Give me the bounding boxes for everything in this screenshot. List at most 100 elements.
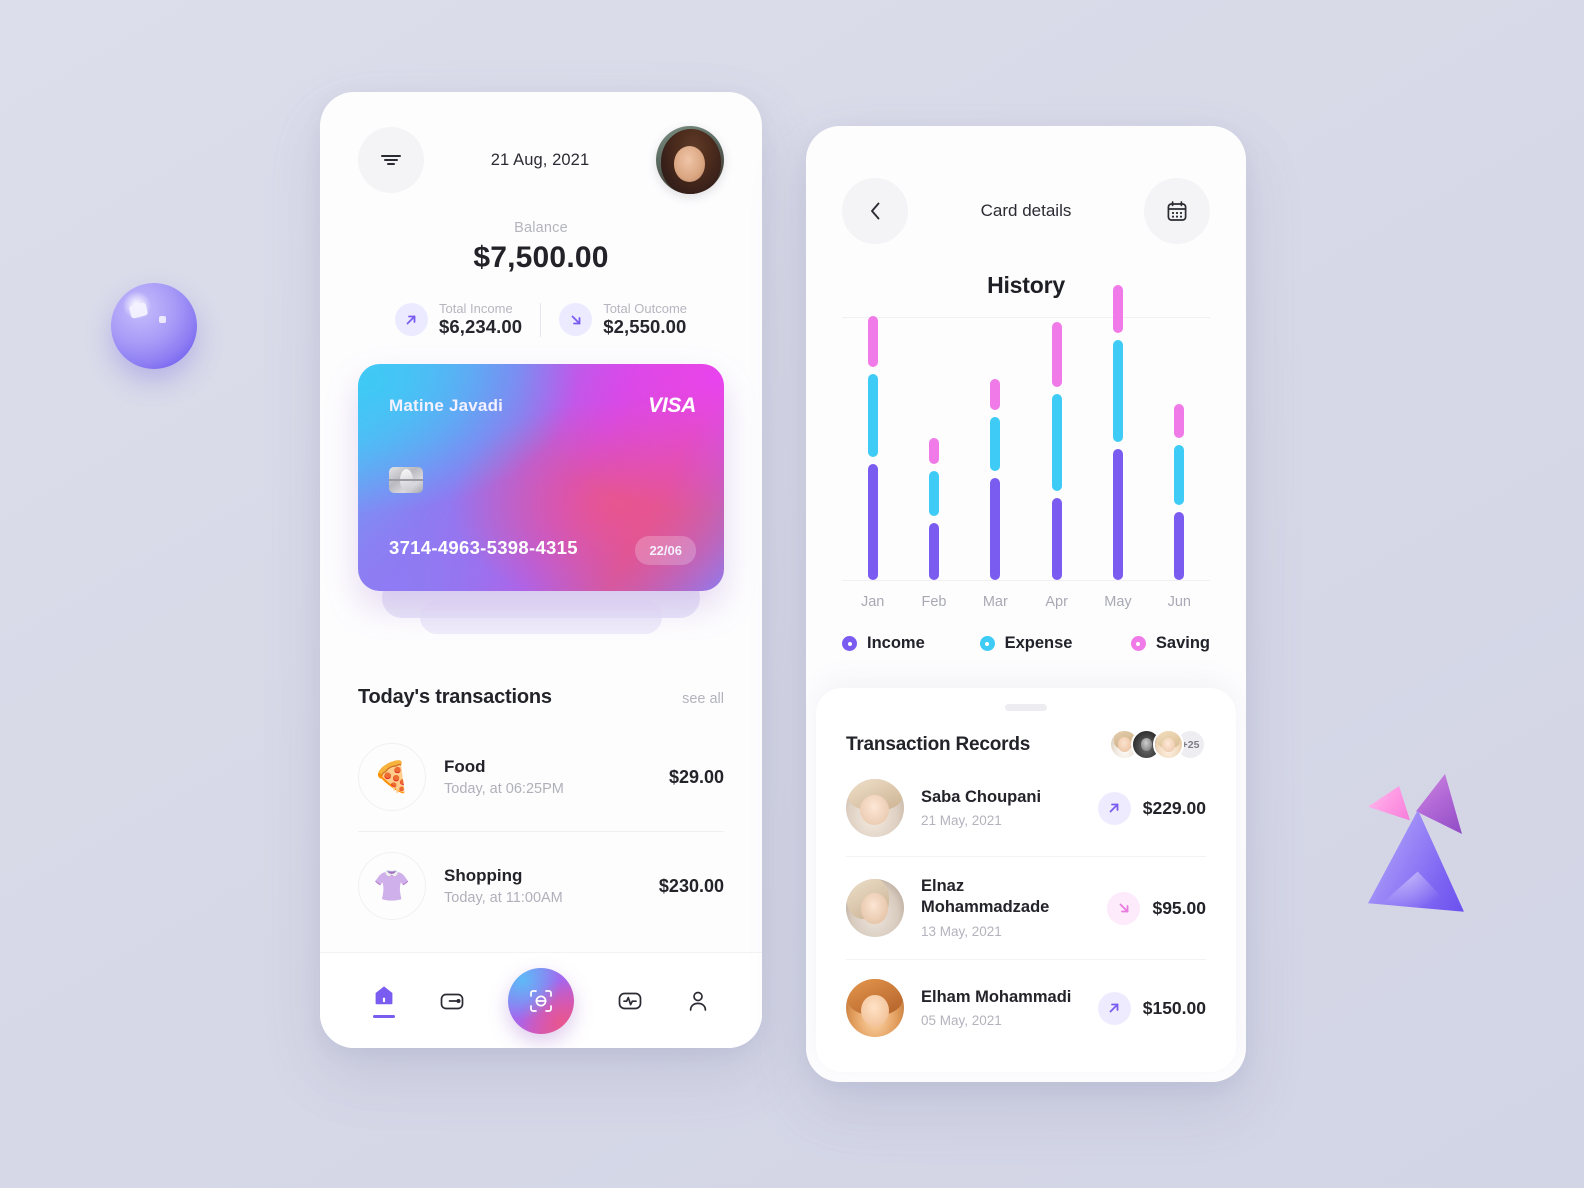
record-amount: $229.00: [1142, 797, 1206, 818]
chart-segment-income: [1051, 497, 1062, 580]
chart-segment-expense: [867, 374, 878, 457]
chart-bar-apr[interactable]: [1051, 318, 1062, 580]
chart-segment-saving: [1174, 404, 1185, 439]
tab-home[interactable]: [372, 983, 396, 1018]
card-number: 3714-4963-5398-4315: [389, 537, 578, 559]
transaction-row[interactable]: 🍕 Food Today, at 06:25PM $29.00: [358, 723, 724, 831]
chart-segment-saving: [867, 316, 878, 368]
tab-wallet[interactable]: [439, 989, 465, 1013]
tab-profile[interactable]: [686, 989, 710, 1013]
chart-label-jan: Jan: [860, 594, 885, 610]
chart-bar-may[interactable]: [1113, 284, 1123, 580]
chart-segment-expense: [1051, 394, 1062, 491]
filter-icon: [381, 155, 401, 165]
bank-card[interactable]: Matine Javadi VISA 3714-4963-5398-4315 2…: [358, 364, 724, 592]
record-date: 13 May, 2021: [921, 923, 1002, 939]
calendar-button[interactable]: [1144, 178, 1210, 244]
see-all-link[interactable]: see all: [682, 691, 724, 707]
record-name: Elnaz Mohammadzade: [921, 877, 1050, 917]
sheet-grabber[interactable]: [1005, 704, 1047, 711]
visa-logo: VISA: [648, 394, 696, 418]
record-row[interactable]: Elham Mohammadi 05 May, 2021 $150.00: [846, 959, 1206, 1056]
phone-home-screen: 21 Aug, 2021 Balance $7,500.00 Total Inc…: [320, 92, 762, 1048]
chart-segment-income: [1174, 511, 1185, 580]
page-title: Card details: [980, 201, 1072, 220]
chart-segment-income: [1113, 449, 1123, 580]
record-name: Saba Choupani: [921, 787, 1042, 806]
sphere-highlight: [128, 301, 149, 319]
record-name: Elham Mohammadi: [921, 987, 1072, 1006]
transaction-amount: $230.00: [658, 875, 724, 896]
card-details-header: Card details History: [806, 126, 1246, 299]
transactions-list: 🍕 Food Today, at 06:25PM $29.00 👚 Shoppi…: [358, 723, 724, 940]
chart-baseline: [842, 580, 1210, 581]
legend-dot-expense: [979, 636, 995, 651]
avatar: [1153, 729, 1184, 760]
income-outcome-summary: Total Income $6,234.00 Total Outcome $2,…: [358, 301, 724, 338]
activity-icon: [618, 992, 642, 1009]
arrow-down-right-icon: [559, 303, 593, 337]
chart-label-mar: Mar: [982, 594, 1008, 610]
chart-segment-income: [867, 463, 878, 580]
sphere-highlight-small: [159, 315, 167, 323]
card-stack: Matine Javadi VISA 3714-4963-5398-4315 2…: [358, 364, 724, 650]
chart-bar-jun[interactable]: [1174, 318, 1185, 580]
participants-avatar-stack[interactable]: +25: [1109, 729, 1206, 760]
decor-sphere: [111, 283, 197, 369]
chart-label-apr: Apr: [1045, 594, 1068, 610]
filter-button[interactable]: [358, 127, 424, 193]
card-expiry: 22/06: [635, 536, 696, 566]
home-icon: [375, 986, 392, 1005]
chart-legend: Income Expense Saving: [842, 634, 1210, 653]
transactions-header: Today's transactions see all: [358, 686, 724, 709]
arrow-up-right-icon: [1097, 791, 1131, 825]
legend-dot-saving: [1130, 636, 1146, 651]
stat-label: Total Income: [438, 301, 513, 316]
balance-amount: $7,500.00: [473, 241, 609, 274]
arrow-up-right-icon: [1097, 991, 1131, 1025]
chart-bar-feb[interactable]: [929, 318, 939, 580]
chart-segment-expense: [1174, 445, 1185, 505]
card-holder-name: Matine Javadi: [389, 396, 504, 416]
record-row[interactable]: Saba Choupani 21 May, 2021 $229.00: [846, 760, 1206, 856]
legend-item-expense[interactable]: Expense: [965, 634, 1088, 653]
stat-label: Total Outcome: [603, 301, 688, 316]
chart-bar-mar[interactable]: [990, 318, 1001, 580]
transactions-title: Today's transactions: [358, 686, 552, 709]
current-date: 21 Aug, 2021: [490, 150, 590, 169]
avatar: [846, 979, 904, 1038]
tab-activity[interactable]: [617, 989, 643, 1013]
chevron-left-icon: [870, 202, 879, 220]
legend-item-income[interactable]: Income: [842, 634, 965, 653]
avatar: [846, 779, 904, 837]
legend-item-saving[interactable]: Saving: [1087, 634, 1210, 653]
history-chart[interactable]: [842, 284, 1210, 580]
wallet-icon: [440, 993, 464, 1009]
transaction-name: Food: [444, 756, 486, 776]
chart-bar-jan[interactable]: [867, 316, 878, 580]
decor-cone-pink: [1368, 786, 1410, 821]
record-row[interactable]: Elnaz Mohammadzade 13 May, 2021 $95.00: [846, 856, 1206, 959]
legend-dot-income: [842, 636, 857, 651]
tab-scan-fab[interactable]: [507, 967, 574, 1034]
back-button[interactable]: [842, 178, 908, 244]
chart-label-jun: Jun: [1167, 594, 1191, 610]
chart-x-labels: Jan Feb Mar Apr May Jun: [842, 594, 1210, 610]
transaction-name: Shopping: [444, 865, 523, 885]
transaction-row[interactable]: 👚 Shopping Today, at 11:00AM $230.00: [358, 831, 724, 940]
chart-segment-expense: [1113, 340, 1123, 443]
avatar: [846, 879, 904, 938]
tab-active-indicator: [372, 1015, 395, 1018]
balance-block: Balance $7,500.00: [358, 220, 724, 275]
chart-segment-saving: [929, 438, 939, 464]
legend-label: Income: [867, 634, 925, 652]
canvas: 21 Aug, 2021 Balance $7,500.00 Total Inc…: [0, 0, 1584, 1188]
chart-label-feb: Feb: [921, 594, 947, 610]
stat-total-income: Total Income $6,234.00: [394, 301, 522, 338]
shirt-icon: 👚: [358, 852, 426, 921]
chart-segment-income: [929, 523, 939, 580]
avatar[interactable]: [656, 126, 724, 194]
stat-divider: [540, 302, 542, 337]
record-amount: $150.00: [1142, 997, 1206, 1018]
transaction-time: Today, at 11:00AM: [444, 890, 563, 907]
